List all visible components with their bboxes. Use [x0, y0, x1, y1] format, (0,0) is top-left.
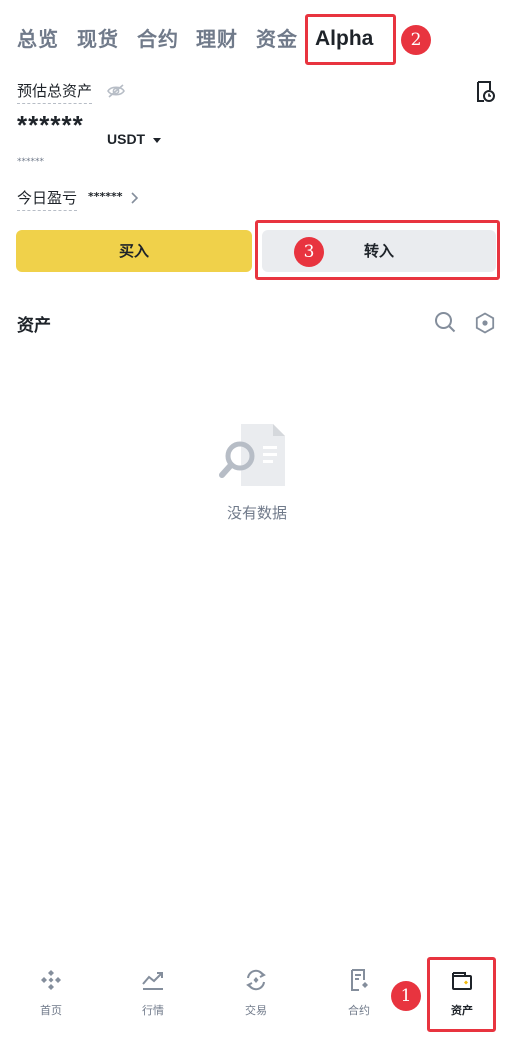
nav-label-home: 首页	[40, 1004, 62, 1017]
nav-home[interactable]: 首页	[0, 958, 102, 1043]
market-chart-icon	[142, 972, 163, 990]
eye-hidden-icon[interactable]	[106, 83, 126, 99]
nav-label-trade: 交易	[245, 1004, 267, 1017]
total-balance-masked: ******	[17, 110, 84, 140]
top-tab-bar: 总览 现货 合约 理财 资金 Alpha	[0, 0, 514, 78]
tab-funding[interactable]: 资金	[256, 26, 298, 52]
tab-spot[interactable]: 现货	[77, 26, 119, 52]
buy-button[interactable]: 买入	[16, 230, 252, 272]
nav-markets[interactable]: 行情	[102, 958, 204, 1043]
bottom-navigation: 首页 行情 交易 合约 资产	[0, 958, 514, 1043]
estimated-total-assets-label[interactable]: 预估总资产	[17, 80, 93, 104]
tab-earn[interactable]: 理财	[196, 26, 238, 52]
annotation-badge-1: 1	[391, 981, 421, 1011]
chevron-right-icon[interactable]	[130, 192, 138, 204]
empty-state-text: 没有数据	[226, 504, 287, 522]
no-data-search-document-icon	[219, 424, 285, 486]
assets-section-title: 资产	[17, 316, 51, 336]
tab-overview[interactable]: 总览	[17, 26, 59, 52]
today-pnl-label[interactable]: 今日盈亏	[17, 187, 78, 211]
nav-label-assets: 资产	[451, 1004, 473, 1017]
futures-doc-icon	[351, 969, 368, 991]
currency-selector[interactable]: USDT	[107, 131, 145, 147]
annotation-badge-3: 3	[294, 237, 324, 267]
history-record-icon[interactable]	[474, 80, 496, 104]
today-pnl-masked: ******	[88, 190, 123, 203]
balance-secondary-masked: ******	[17, 157, 44, 167]
nav-assets[interactable]: 资产	[411, 958, 513, 1043]
nav-label-markets: 行情	[142, 1004, 164, 1017]
annotation-badge-2: 2	[401, 25, 431, 55]
caret-down-icon[interactable]	[153, 138, 161, 143]
search-icon[interactable]	[434, 311, 456, 333]
binance-logo-icon	[41, 970, 61, 990]
trade-exchange-icon	[246, 969, 266, 991]
settings-hexagon-icon[interactable]	[474, 312, 496, 334]
nav-trade[interactable]: 交易	[205, 958, 307, 1043]
tab-futures[interactable]: 合约	[137, 26, 179, 52]
tab-alpha[interactable]: Alpha	[315, 26, 373, 52]
wallet-icon	[452, 972, 472, 990]
